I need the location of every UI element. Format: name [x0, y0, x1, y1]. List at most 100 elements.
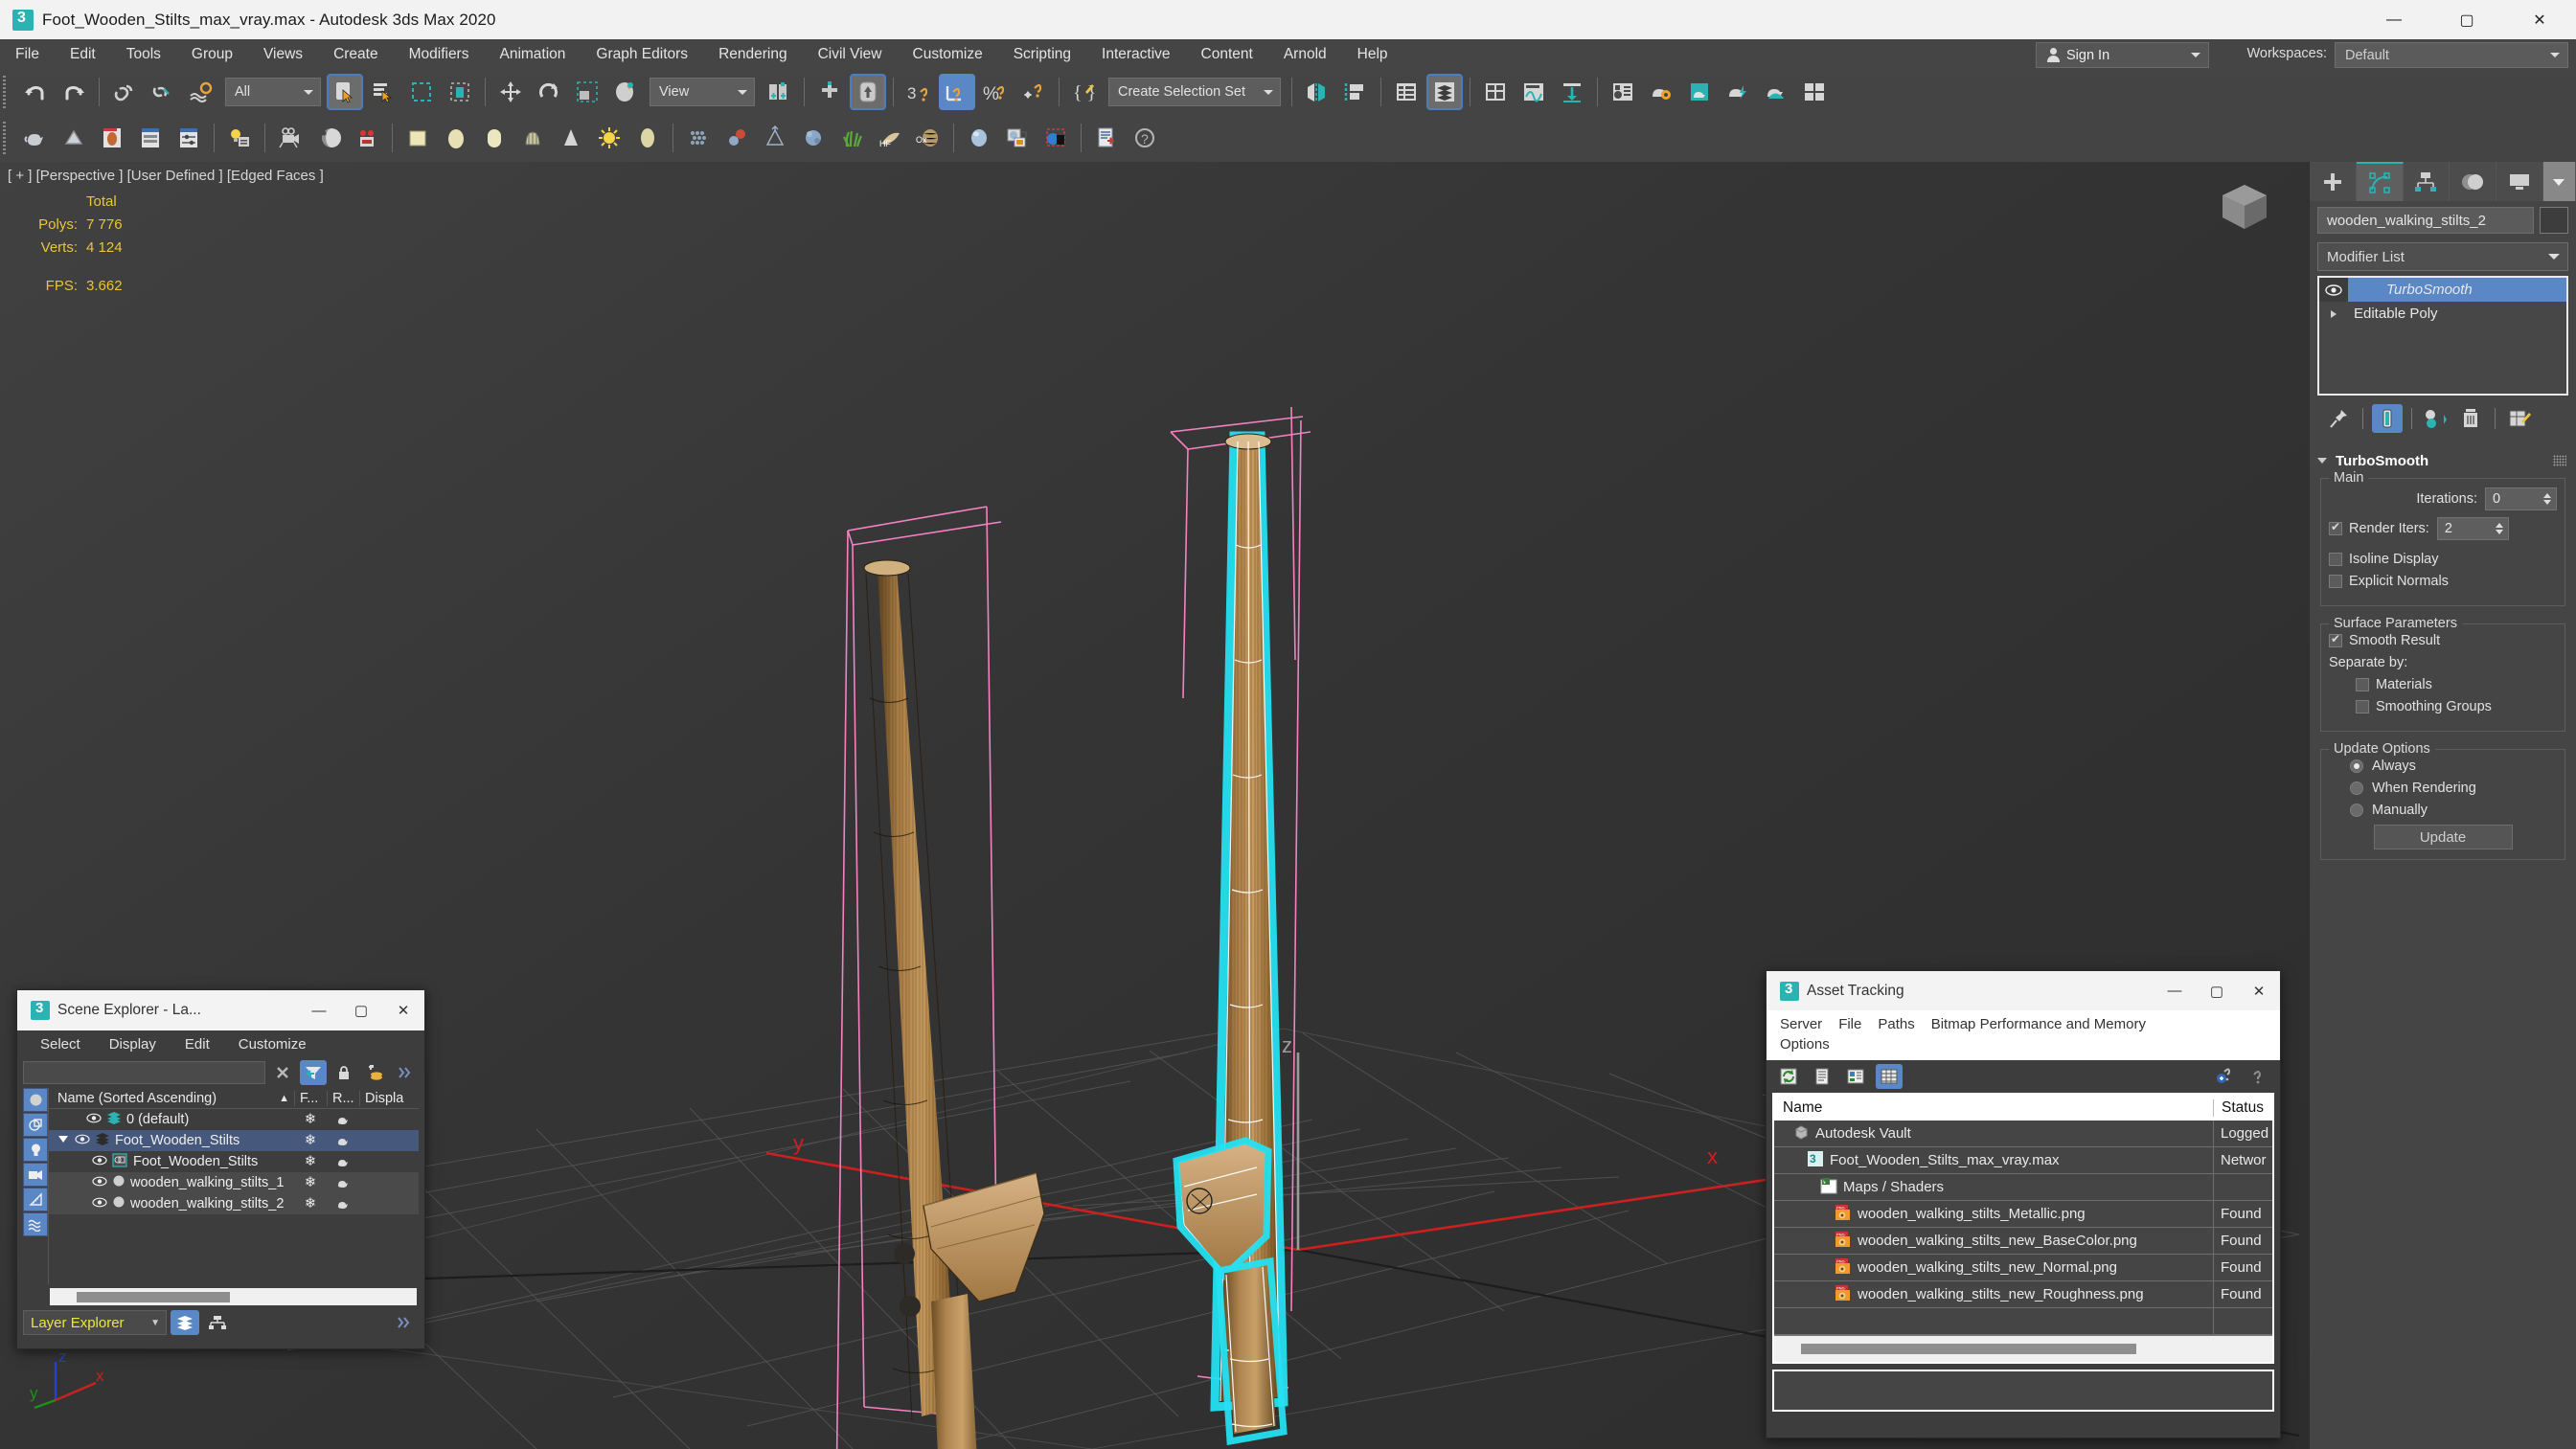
- toggle-ribbon-icon[interactable]: [1477, 74, 1514, 110]
- column-render-header[interactable]: R...: [327, 1090, 359, 1106]
- vray-frame-buffer-icon[interactable]: [999, 120, 1036, 156]
- snap-3d-icon[interactable]: 3: [900, 74, 937, 110]
- at-menu-file[interactable]: File: [1835, 1014, 1874, 1034]
- table-row[interactable]: Autodesk Vault Logged: [1774, 1120, 2272, 1147]
- table-row[interactable]: 3 Foot_Wooden_Stilts_max_vray.max Networ: [1774, 1146, 2272, 1174]
- close-button[interactable]: ✕: [2503, 0, 2576, 39]
- menu-graph-editors[interactable]: Graph Editors: [581, 39, 703, 70]
- menu-tools[interactable]: Tools: [111, 39, 176, 70]
- menu-scripting[interactable]: Scripting: [998, 39, 1086, 70]
- table-row[interactable]: Foot_Wooden_Stilts ❄: [49, 1151, 419, 1172]
- use-center-icon[interactable]: [811, 74, 848, 110]
- table-row[interactable]: PNG wooden_walking_stilts_new_BaseColor.…: [1774, 1227, 2272, 1255]
- render-cell[interactable]: [327, 1115, 359, 1125]
- eye-icon[interactable]: [86, 1112, 102, 1127]
- menu-modifiers[interactable]: Modifiers: [394, 39, 485, 70]
- geometry-filter-icon[interactable]: [23, 1088, 48, 1112]
- cage-icon[interactable]: [514, 120, 551, 156]
- modifier-stack-item-editable-poly[interactable]: Editable Poly: [2319, 302, 2566, 326]
- explicit-normals-row[interactable]: Explicit Normals: [2329, 574, 2557, 589]
- light-lister-icon[interactable]: [221, 120, 258, 156]
- smoothing-groups-row[interactable]: Smoothing Groups: [2329, 699, 2557, 714]
- remove-modifier-icon[interactable]: [2455, 404, 2486, 433]
- utilities-tab[interactable]: [2542, 162, 2576, 201]
- cloud-icon[interactable]: [56, 120, 92, 156]
- scrollbar-thumb[interactable]: [77, 1291, 230, 1302]
- hierarchy-view-icon[interactable]: [203, 1310, 232, 1335]
- spacewarps-filter-icon[interactable]: [23, 1212, 48, 1236]
- select-link-icon[interactable]: [106, 74, 143, 110]
- workspaces-dropdown[interactable]: Default: [2335, 42, 2568, 68]
- teapot-icon[interactable]: [17, 120, 54, 156]
- bind-spacewarp-icon[interactable]: [183, 74, 219, 110]
- column-status-header[interactable]: Status: [2213, 1098, 2272, 1117]
- column-name-header[interactable]: Name: [1774, 1099, 2213, 1117]
- table-row[interactable]: 0 (default) ❄: [49, 1109, 419, 1130]
- redo-icon[interactable]: [56, 74, 92, 110]
- render-iters-checkbox[interactable]: [2329, 520, 2342, 535]
- menu-rendering[interactable]: Rendering: [703, 39, 803, 70]
- iterations-spinner[interactable]: 0: [2485, 487, 2557, 510]
- minimize-button[interactable]: —: [2358, 0, 2430, 39]
- table-row[interactable]: Maps / Shaders: [1774, 1173, 2272, 1201]
- list-panel-icon[interactable]: [132, 120, 169, 156]
- scene-explorer-titlebar[interactable]: Scene Explorer - La... — ▢ ✕: [17, 990, 424, 1030]
- refresh-icon[interactable]: [1775, 1064, 1802, 1089]
- menu-arnold[interactable]: Arnold: [1268, 39, 1342, 70]
- placement-icon[interactable]: [607, 74, 644, 110]
- render-views-icon[interactable]: [1796, 74, 1833, 110]
- close-button[interactable]: ✕: [2238, 971, 2280, 1011]
- lights-filter-icon[interactable]: [23, 1138, 48, 1162]
- scrollbar-thumb[interactable]: [1801, 1344, 2136, 1354]
- column-display-header[interactable]: Displa: [359, 1090, 419, 1106]
- at-menu-bitmap-performance[interactable]: Bitmap Performance and Memory: [1927, 1014, 2158, 1034]
- menu-create[interactable]: Create: [318, 39, 394, 70]
- eye-icon[interactable]: [92, 1175, 107, 1190]
- maximize-button[interactable]: ▢: [2430, 0, 2503, 39]
- render-iters-spinner[interactable]: 2: [2436, 517, 2509, 540]
- help-icon[interactable]: ?: [1127, 120, 1163, 156]
- eye-icon[interactable]: [75, 1133, 90, 1148]
- rollup-header[interactable]: TurboSmooth: [2310, 450, 2576, 471]
- smooth-result-row[interactable]: Smooth Result: [2329, 632, 2557, 648]
- se-menu-customize[interactable]: Customize: [224, 1036, 321, 1053]
- spinner-snap-icon[interactable]: [1015, 74, 1052, 110]
- spinner-arrows-icon[interactable]: [2495, 523, 2503, 534]
- layer-view-icon[interactable]: [171, 1310, 199, 1335]
- horizontal-scrollbar[interactable]: [1774, 1335, 2272, 1362]
- selection-set-dropdown[interactable]: Create Selection Set: [1108, 78, 1281, 106]
- ornatrix-icon[interactable]: Ox: [910, 120, 946, 156]
- eye-icon[interactable]: [92, 1196, 107, 1211]
- table-row[interactable]: wooden_walking_stilts_1 ❄: [49, 1172, 419, 1193]
- object-color-swatch[interactable]: [2540, 207, 2568, 234]
- capsule-icon[interactable]: [476, 120, 513, 156]
- frozen-cell[interactable]: ❄: [294, 1154, 327, 1169]
- update-when-rendering-row[interactable]: When Rendering: [2329, 781, 2557, 796]
- cone-icon[interactable]: [553, 120, 589, 156]
- select-by-name-icon[interactable]: [365, 74, 401, 110]
- atom-icon[interactable]: [718, 120, 755, 156]
- script-icon[interactable]: [1088, 120, 1125, 156]
- render-cell[interactable]: [327, 1157, 359, 1167]
- chevron-right-icon[interactable]: [392, 1060, 419, 1085]
- menu-views[interactable]: Views: [248, 39, 318, 70]
- explorer-mode-dropdown[interactable]: Layer Explorer ▼: [23, 1310, 167, 1335]
- use-pivot-icon[interactable]: [761, 74, 797, 110]
- menu-edit[interactable]: Edit: [55, 39, 111, 70]
- material-editor-icon[interactable]: [1605, 74, 1641, 110]
- se-menu-edit[interactable]: Edit: [171, 1036, 224, 1053]
- chevron-right-icon[interactable]: [390, 1310, 419, 1335]
- modify-tab[interactable]: [2356, 162, 2404, 201]
- frozen-cell[interactable]: ❄: [294, 1133, 327, 1148]
- at-menu-paths[interactable]: Paths: [1874, 1014, 1926, 1034]
- create-tab[interactable]: [2310, 162, 2357, 201]
- update-when-rendering-radio[interactable]: [2350, 781, 2363, 795]
- angle-snap-icon[interactable]: [939, 74, 975, 110]
- motion-tab[interactable]: [2450, 162, 2497, 201]
- frozen-cell[interactable]: ❄: [294, 1175, 327, 1190]
- smoothing-groups-checkbox[interactable]: [2356, 700, 2369, 713]
- table-row[interactable]: PNG wooden_walking_stilts_new_Roughness.…: [1774, 1280, 2272, 1308]
- explicit-normals-checkbox[interactable]: [2329, 575, 2342, 588]
- table-row[interactable]: PNG wooden_walking_stilts_new_Normal.png…: [1774, 1254, 2272, 1281]
- list-view-icon[interactable]: [1809, 1064, 1835, 1089]
